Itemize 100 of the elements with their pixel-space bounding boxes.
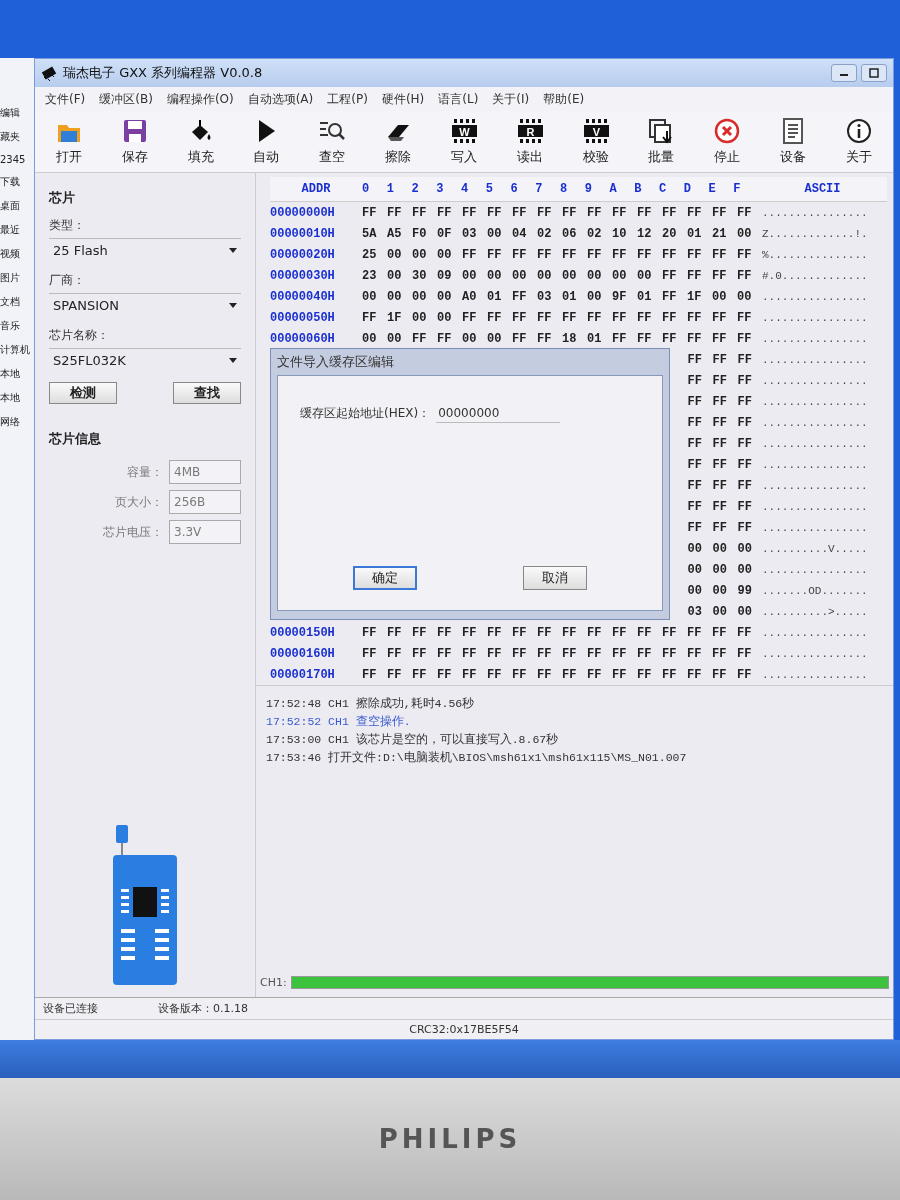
- hex-bytes: 00 00 00: [687, 562, 752, 577]
- hex-bytes: FF FF FF FF FF FF FF FF FF FF FF FF FF FF FF FF: [362, 667, 752, 682]
- sidebar-item[interactable]: 计算机: [0, 343, 34, 357]
- ascii-text: #.0.............: [761, 268, 869, 283]
- sidebar-item[interactable]: 视频: [0, 247, 34, 261]
- column-header: F: [733, 182, 742, 196]
- action-button[interactable]: 查找: [173, 382, 241, 404]
- sidebar-item[interactable]: 编辑: [0, 106, 34, 120]
- toolbar-button[interactable]: R 读出: [505, 115, 554, 168]
- hex-bytes: 5A A5 F0 0F 03 00 04 02 06 02 10 12 20 01 21 00: [362, 226, 752, 241]
- address-cell-text: 00000160H: [270, 646, 336, 661]
- sidebar-item[interactable]: 网络: [0, 415, 34, 429]
- address-cell-text: 00000050H: [270, 310, 336, 325]
- sidebar-item[interactable]: 图片: [0, 271, 34, 285]
- hex-bytes: FF FF FF FF FF FF FF FF FF FF FF FF FF FF FF FF: [362, 646, 752, 661]
- sidebar-item[interactable]: 最近: [0, 223, 34, 237]
- section-heading: 芯片: [49, 189, 76, 207]
- hex-bytes: 23 00 30 09 00 00 00 00 00 00 00 00 FF FF FF FF: [362, 268, 752, 283]
- info-field: 3.3V: [169, 520, 241, 544]
- sidebar-item[interactable]: 文档: [0, 295, 34, 309]
- toolbar-button[interactable]: 停止: [703, 115, 752, 168]
- column-header: A: [609, 182, 618, 196]
- column-header: 7: [535, 182, 544, 196]
- maximize-button[interactable]: [861, 64, 887, 82]
- info-field: 256B: [169, 490, 241, 514]
- ascii-text: ................: [761, 394, 869, 409]
- sidebar-item[interactable]: 桌面: [0, 199, 34, 213]
- hex-bytes: FF FF FF: [687, 373, 752, 388]
- column-header: 5: [485, 182, 494, 196]
- sidebar-item[interactable]: 藏夹: [0, 130, 34, 144]
- menu-item[interactable]: 硬件(H): [381, 90, 425, 108]
- column-header: 1: [386, 182, 395, 196]
- sidebar-item[interactable]: 下载: [0, 175, 34, 189]
- dropdown[interactable]: S25FL032K: [49, 348, 241, 372]
- toolbar-button[interactable]: 打开: [45, 115, 93, 168]
- menu-item[interactable]: 编程操作(O): [166, 90, 234, 108]
- ascii-text: ................: [761, 310, 869, 325]
- toolbar-button[interactable]: 填充: [176, 115, 225, 168]
- menu-item[interactable]: 关于(I): [492, 90, 530, 108]
- hex-bytes: 00 00 FF FF 00 00 FF FF 18 01 FF FF FF FF FF FF: [362, 331, 752, 346]
- toolbar-button[interactable]: W 写入: [439, 115, 488, 168]
- ascii-text: ................: [761, 331, 869, 346]
- ascii-text: ................: [761, 436, 869, 451]
- column-header: 0: [362, 182, 371, 196]
- hex-bytes: FF FF FF: [687, 520, 752, 535]
- ascii-text: ................: [761, 373, 869, 388]
- hex-bytes: FF FF FF: [687, 457, 752, 472]
- minimize-button[interactable]: [831, 64, 857, 82]
- sidebar-item[interactable]: 音乐: [0, 319, 34, 333]
- address-cell-text: 00000000H: [270, 205, 336, 220]
- info-icon: [844, 117, 873, 145]
- column-header: E: [708, 182, 717, 196]
- log-line: 17:52:48 CH1 擦除成功,耗时4.56秒: [266, 696, 476, 711]
- column-header: 4: [461, 182, 470, 196]
- menu-item[interactable]: 自动选项(A): [247, 90, 314, 108]
- toolbar-button[interactable]: 关于: [834, 115, 883, 168]
- dropdown[interactable]: 25 Flash: [49, 238, 241, 262]
- dialog-button[interactable]: 取消: [523, 566, 587, 590]
- toolbar-button[interactable]: 擦除: [374, 115, 423, 168]
- hex-bytes: 03 00 00: [687, 604, 752, 619]
- ascii-text: ................: [761, 478, 869, 493]
- column-header: C: [659, 182, 668, 196]
- dialog-button[interactable]: 确定: [353, 566, 417, 590]
- toolbar-button[interactable]: 查空: [308, 115, 357, 168]
- hex-bytes: FF FF FF: [687, 478, 752, 493]
- dialog-title: 文件导入缓存区编辑: [277, 353, 395, 371]
- toolbar-button[interactable]: 保存: [110, 115, 159, 168]
- version-text: 设备版本：0.1.18: [158, 1001, 248, 1016]
- menu-item[interactable]: 缓冲区(B): [99, 90, 153, 108]
- window-title: 瑞杰电子 GXX 系列编程器 V0.0.8: [63, 64, 264, 82]
- address-cell-text: 00000040H: [270, 289, 336, 304]
- log-line: 17:53:46 打开文件:D:\电脑装机\BIOS\msh61x1\msh61x115\MS_N01.007: [266, 750, 688, 765]
- toolbar-button[interactable]: V 校验: [571, 115, 620, 168]
- dropdown[interactable]: SPANSION: [49, 293, 241, 317]
- hex-bytes: 00 00 99: [687, 583, 752, 598]
- hex-bytes: FF FF FF: [687, 394, 752, 409]
- menu-item[interactable]: 帮助(E): [543, 90, 585, 108]
- menu-item[interactable]: 工程(P): [327, 90, 368, 108]
- sidebar-item[interactable]: 本地: [0, 367, 34, 381]
- column-header: 8: [560, 182, 569, 196]
- ascii-text: ................: [761, 457, 869, 472]
- ascii-text: ................: [761, 352, 869, 367]
- hex-bytes: FF 1F 00 00 FF FF FF FF FF FF FF FF FF FF FF FF: [362, 310, 752, 325]
- address-cell-text: 00000170H: [270, 667, 336, 682]
- hex-bytes: 25 00 00 00 FF FF FF FF FF FF FF FF FF FF FF FF: [362, 247, 752, 262]
- field-label: 缓存区起始地址(HEX)：: [300, 405, 431, 422]
- field-label: 容量：: [126, 463, 163, 481]
- column-header: 6: [510, 182, 519, 196]
- action-button[interactable]: 检测: [49, 382, 117, 404]
- toolbar-button[interactable]: 批量: [637, 115, 686, 168]
- menu-item[interactable]: 语言(L): [438, 90, 479, 108]
- status-text: 设备已连接: [43, 1001, 98, 1016]
- sidebar-item[interactable]: 2345: [0, 154, 34, 165]
- toolbar-button[interactable]: 自动: [242, 115, 291, 168]
- menu-item[interactable]: 文件(F): [45, 90, 86, 108]
- field-label: 芯片电压：: [102, 523, 163, 541]
- address-input[interactable]: 00000000: [436, 404, 561, 423]
- toolbar-button[interactable]: 设备: [769, 115, 818, 168]
- sidebar-item[interactable]: 本地: [0, 391, 34, 405]
- hex-bytes: FF FF FF: [687, 499, 752, 514]
